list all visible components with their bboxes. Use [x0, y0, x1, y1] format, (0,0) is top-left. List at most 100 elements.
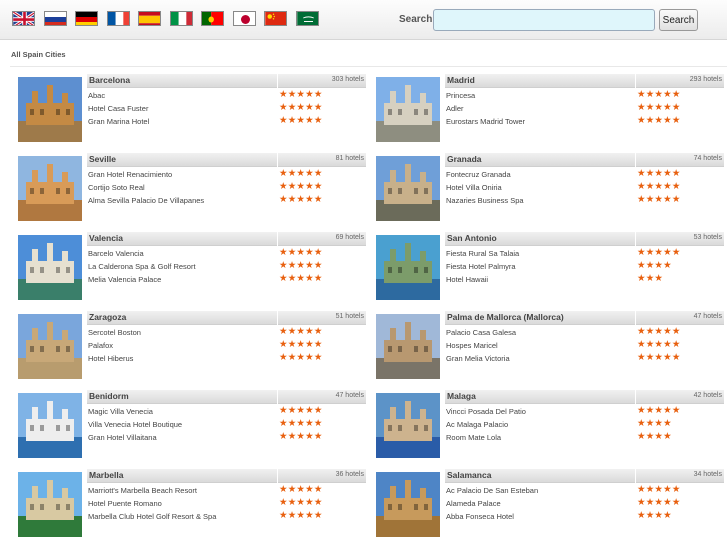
- hotel-name-link[interactable]: Gran Hotel Renacimiento: [88, 170, 172, 179]
- hotel-name-link[interactable]: Hotel Casa Fuster: [88, 104, 148, 113]
- star-rating: ★★★★★: [279, 484, 323, 495]
- hotel-name-link[interactable]: Villa Venecia Hotel Boutique: [88, 420, 182, 429]
- hotel-name-link[interactable]: Marriott's Marbella Beach Resort: [88, 486, 197, 495]
- hotel-name-link[interactable]: Melia Valencia Palace: [88, 275, 161, 284]
- hotel-name-link[interactable]: Hotel Hawaii: [446, 275, 488, 284]
- hotel-name-link[interactable]: Room Mate Lola: [446, 433, 501, 442]
- hotel-name-link[interactable]: Cortijo Soto Real: [88, 183, 145, 192]
- japan-flag-icon[interactable]: JA: [232, 11, 256, 26]
- hotel-name-link[interactable]: Alameda Palace: [446, 499, 501, 508]
- salamanca-photo[interactable]: [376, 472, 440, 537]
- hotel-name-link[interactable]: Hotel Villa Oniria: [446, 183, 502, 192]
- city-name-link[interactable]: Seville: [89, 154, 116, 164]
- search-button[interactable]: Search: [659, 9, 698, 31]
- hotel-name-link[interactable]: Ac Malaga Palacio: [446, 420, 508, 429]
- star-rating: ★★★★★: [279, 194, 323, 205]
- hotel-name-link[interactable]: Marbella Club Hotel Golf Resort & Spa: [88, 512, 216, 521]
- france-flag-icon[interactable]: FR: [106, 11, 130, 26]
- search-label: Search: [399, 14, 433, 25]
- star-rating: ★★★★★: [637, 484, 681, 495]
- marbella-photo[interactable]: [18, 472, 82, 537]
- star-rating: ★★★★★: [637, 247, 681, 258]
- hotel-name-link[interactable]: Abac: [88, 91, 105, 100]
- hotel-count: 36 hotels: [335, 471, 364, 478]
- hotel-count: 293 hotels: [689, 76, 722, 83]
- hotel-name-link[interactable]: Vincci Posada Del Patio: [446, 407, 526, 416]
- star-rating: ★★★★: [637, 431, 672, 442]
- city-card: Seville 81 hotels Gran Hotel Renacimiento ★…: [18, 153, 366, 221]
- hotel-name-link[interactable]: La Calderona Spa & Golf Resort: [88, 262, 196, 271]
- russia-flag-icon[interactable]: RU: [43, 11, 67, 26]
- seville-photo[interactable]: [18, 156, 82, 221]
- uk-flag-icon[interactable]: EN: [12, 11, 35, 26]
- city-name-link[interactable]: Salamanca: [447, 470, 491, 480]
- hotel-name-link[interactable]: Gran Hotel Villaitana: [88, 433, 157, 442]
- hotel-row: Magic Villa Venecia ★★★★★: [87, 405, 366, 418]
- hotel-name-link[interactable]: Palafox: [88, 341, 113, 350]
- breadcrumb-all-spain-cities[interactable]: All Spain Cities: [11, 50, 66, 59]
- hotel-name-link[interactable]: Nazaries Business Spa: [446, 196, 524, 205]
- hotel-name-link[interactable]: Fontecruz Granada: [446, 170, 511, 179]
- hotel-name-link[interactable]: Eurostars Madrid Tower: [446, 117, 525, 126]
- city-name-link[interactable]: Marbella: [89, 470, 124, 480]
- hotel-name-link[interactable]: Magic Villa Venecia: [88, 407, 153, 416]
- san-antonio-photo[interactable]: [376, 235, 440, 300]
- granada-photo[interactable]: [376, 156, 440, 221]
- hotel-name-link[interactable]: Adler: [446, 104, 464, 113]
- hotel-row: Sercotel Boston ★★★★★: [87, 326, 366, 339]
- hotel-row: Gran Hotel Renacimiento ★★★★★: [87, 168, 366, 181]
- benidorm-photo[interactable]: [18, 393, 82, 458]
- search-input[interactable]: [433, 9, 655, 31]
- spain-flag-icon[interactable]: ES: [138, 11, 161, 26]
- hotel-row: Cortijo Soto Real ★★★★★: [87, 181, 366, 194]
- hotel-name-link[interactable]: Fiesta Rural Sa Talaia: [446, 249, 519, 258]
- hotel-name-link[interactable]: Sercotel Boston: [88, 328, 141, 337]
- hotel-name-link[interactable]: Palacio Casa Galesa: [446, 328, 516, 337]
- palma-photo[interactable]: [376, 314, 440, 379]
- malaga-photo[interactable]: [376, 393, 440, 458]
- city-card: Malaga 42 hotels Vincci Posada Del Patio ★★…: [376, 390, 724, 458]
- hotel-name-link[interactable]: Hospes Maricel: [446, 341, 498, 350]
- hotel-name-link[interactable]: Abba Fonseca Hotel: [446, 512, 514, 521]
- city-name-link[interactable]: Granada: [447, 154, 482, 164]
- hotel-row: Abac ★★★★★: [87, 89, 366, 102]
- saudi-flag-icon[interactable]: AR: [295, 11, 319, 26]
- hotel-row: Palafox ★★★★★: [87, 339, 366, 352]
- city-card: Palma de Mallorca (Mallorca) 47 hotels Pal…: [376, 311, 724, 379]
- city-name-link[interactable]: Palma de Mallorca (Mallorca): [447, 312, 564, 322]
- hotel-row: Hotel Casa Fuster ★★★★★: [87, 102, 366, 115]
- city-header: San Antonio 53 hotels: [445, 232, 724, 246]
- hotel-name-link[interactable]: Alma Sevilla Palacio De Villapanes: [88, 196, 204, 205]
- zaragoza-photo[interactable]: [18, 314, 82, 379]
- hotel-name-link[interactable]: Gran Marina Hotel: [88, 117, 149, 126]
- hotel-name-link[interactable]: Princesa: [446, 91, 475, 100]
- hotel-row: Melia Valencia Palace ★★★★★: [87, 273, 366, 286]
- hotel-name-link[interactable]: Fiesta Hotel Palmyra: [446, 262, 516, 271]
- portugal-flag-icon[interactable]: PT: [201, 11, 224, 26]
- hotel-name-link[interactable]: Barcelo Valencia: [88, 249, 144, 258]
- madrid-photo[interactable]: [376, 77, 440, 142]
- city-name-link[interactable]: Benidorm: [89, 391, 129, 401]
- city-card: Valencia 69 hotels Barcelo Valencia ★★★★★ La…: [18, 232, 366, 300]
- city-card: Granada 74 hotels Fontecruz Granada ★★★★★ Ho…: [376, 153, 724, 221]
- city-card: San Antonio 53 hotels Fiesta Rural Sa Tala…: [376, 232, 724, 300]
- hotel-name-link[interactable]: Ac Palacio De San Esteban: [446, 486, 538, 495]
- city-name-link[interactable]: San Antonio: [447, 233, 497, 243]
- hotel-row: Palacio Casa Galesa ★★★★★: [445, 326, 724, 339]
- city-name-link[interactable]: Zaragoza: [89, 312, 126, 322]
- barcelona-photo[interactable]: [18, 77, 82, 142]
- germany-flag-icon[interactable]: DE: [75, 11, 98, 26]
- city-name-link[interactable]: Valencia: [89, 233, 123, 243]
- hotel-name-link[interactable]: Gran Melia Victoria: [446, 354, 510, 363]
- city-name-link[interactable]: Madrid: [447, 75, 475, 85]
- hotel-count: 81 hotels: [335, 155, 364, 162]
- city-name-link[interactable]: Malaga: [447, 391, 476, 401]
- city-header: Benidorm 47 hotels: [87, 390, 366, 404]
- city-name-link[interactable]: Barcelona: [89, 75, 130, 85]
- hotel-name-link[interactable]: Hotel Puente Romano: [88, 499, 162, 508]
- header-separator: [635, 153, 636, 167]
- italy-flag-icon[interactable]: IT: [169, 11, 193, 26]
- hotel-name-link[interactable]: Hotel Hiberus: [88, 354, 133, 363]
- valencia-photo[interactable]: [18, 235, 82, 300]
- china-flag-icon[interactable]: CN: [264, 11, 287, 26]
